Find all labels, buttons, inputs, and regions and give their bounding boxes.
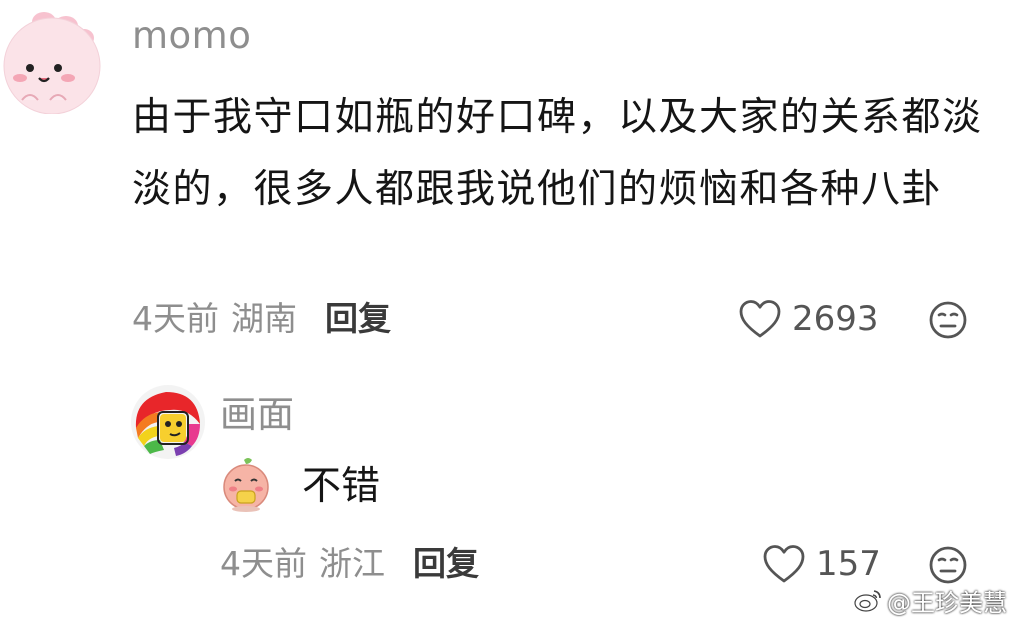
reaction-button[interactable] — [928, 545, 968, 585]
location: 浙江 — [319, 544, 385, 583]
location: 湖南 — [231, 299, 297, 338]
comment-text: 由于我守口如瓶的好口碑，以及大家的关系都淡淡的，很多人都跟我说他们的烦恼和各种八… — [132, 95, 983, 212]
comment-meta: 4天前 浙江 回复 — [220, 541, 479, 587]
peach-sticker-icon — [220, 456, 272, 512]
heart-outline-icon — [739, 300, 781, 338]
like-count: 157 — [816, 544, 881, 584]
watermark-text: @王珍美慧 — [887, 588, 1007, 617]
comment-meta: 4天前 湖南 回复 — [132, 296, 391, 342]
username[interactable]: 画面 — [220, 393, 294, 437]
avatar[interactable] — [0, 4, 104, 115]
weibo-logo-icon — [854, 590, 881, 612]
like-button[interactable]: 2693 — [738, 296, 879, 342]
timestamp: 4天前 — [132, 299, 219, 338]
like-button[interactable]: 157 — [762, 541, 881, 587]
meh-face-icon — [929, 546, 967, 584]
username[interactable]: momo — [132, 14, 251, 58]
heart-outline-icon — [763, 545, 805, 583]
reply-button[interactable]: 回复 — [413, 544, 479, 583]
reaction-button[interactable] — [928, 300, 968, 340]
like-count: 2693 — [792, 299, 879, 339]
timestamp: 4天前 — [220, 544, 307, 583]
reply-button[interactable]: 回复 — [325, 299, 391, 338]
meh-face-icon — [929, 301, 967, 339]
reply-text: 不错 — [302, 464, 381, 509]
watermark: @王珍美慧 — [853, 584, 1007, 617]
avatar[interactable] — [130, 384, 206, 460]
